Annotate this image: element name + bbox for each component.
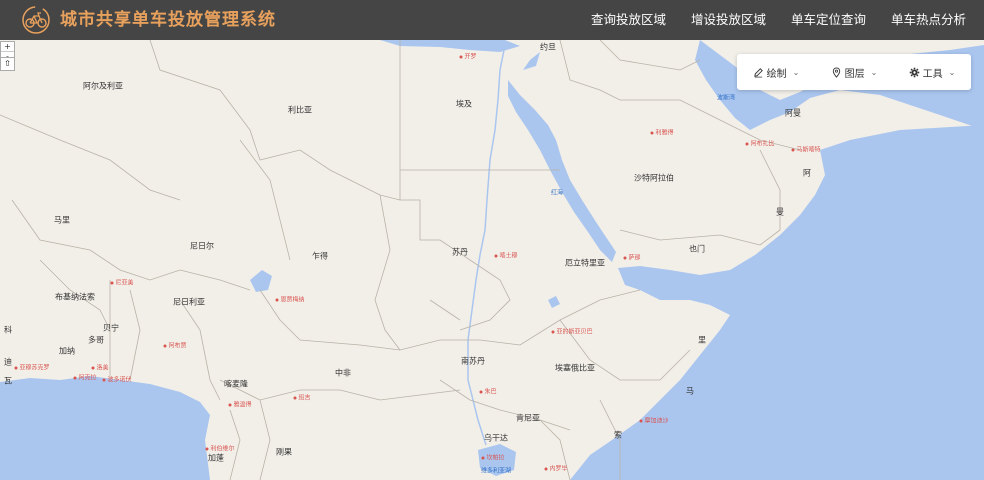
country-label: 约旦 — [540, 42, 556, 52]
main-nav: 查询投放区域 增设投放区域 单车定位查询 单车热点分析 — [566, 0, 966, 40]
country-label: 阿曼 — [785, 108, 801, 118]
city-label: 雅温得 — [228, 400, 251, 409]
city-label: 利雅得 — [650, 128, 673, 137]
city-label: 喀土穆 — [494, 251, 517, 260]
zoom-reset-button[interactable]: ⇧ — [0, 57, 15, 71]
map-canvas[interactable]: 阿尔及利亚 利比亚 埃及 约旦 沙特阿拉伯 阿曼 阿 曼 马里 尼日尔 乍得 苏… — [0, 40, 984, 480]
city-label: 尼亚美 — [110, 278, 133, 287]
gear-icon — [909, 67, 919, 77]
tools-label: 工具 — [922, 68, 943, 80]
country-label: 阿 — [803, 168, 811, 178]
app-title: 城市共享单车投放管理系统 — [60, 10, 276, 30]
city-label: 马斯喀特 — [791, 145, 820, 154]
draw-dropdown[interactable]: 绘制 ⌄ — [753, 65, 800, 80]
nav-hotspot-analysis[interactable]: 单车热点分析 — [891, 0, 966, 40]
country-label: 肯尼亚 — [516, 413, 540, 423]
zoom-in-button[interactable]: + — [1, 42, 14, 52]
country-label: 马里 — [54, 215, 70, 225]
city-label: 亚穆苏克罗 — [14, 363, 49, 372]
city-label: 阿克拉 — [73, 373, 96, 382]
country-label: 苏丹 — [452, 247, 468, 257]
country-label: 贝宁 — [103, 323, 119, 333]
draw-label: 绘制 — [766, 68, 787, 80]
country-label: 南苏丹 — [461, 356, 485, 366]
city-label: 班吉 — [293, 393, 310, 402]
country-label: 乍得 — [312, 251, 328, 261]
app-header: 城市共享单车投放管理系统 查询投放区域 增设投放区域 单车定位查询 单车热点分析 — [0, 0, 984, 40]
tools-dropdown[interactable]: 工具 ⌄ — [909, 65, 956, 80]
city-label: 坎帕拉 — [481, 453, 504, 462]
city-label: 朱巴 — [479, 387, 496, 396]
city-label: 恩贾梅纳 — [275, 295, 304, 304]
nav-add-area[interactable]: 增设投放区域 — [691, 0, 766, 40]
country-label: 瓦 — [4, 376, 12, 386]
city-label: 阿布扎比 — [745, 139, 774, 148]
country-label: 布基纳法索 — [55, 292, 95, 302]
map-basemap — [0, 40, 984, 480]
city-label: 洛美 — [91, 363, 108, 372]
chevron-down-icon: ⌄ — [948, 67, 956, 77]
city-label: 摩加迪沙 — [639, 416, 668, 425]
country-label: 也门 — [689, 244, 705, 254]
country-label: 加纳 — [59, 346, 75, 356]
map-pin-icon — [832, 67, 840, 78]
city-label: 利伯维尔 — [205, 444, 234, 453]
country-label: 尼日尔 — [190, 241, 214, 251]
city-label: 开罗 — [459, 52, 476, 61]
city-label: 萨那 — [623, 253, 640, 262]
bicycle-logo-icon — [22, 6, 50, 34]
country-label: 马 — [686, 386, 694, 396]
water-label: 波斯湾 — [716, 94, 736, 102]
country-label: 中非 — [335, 368, 351, 378]
country-label: 尼日利亚 — [173, 297, 205, 307]
country-label: 加蓬 — [208, 453, 224, 463]
country-label: 厄立特里亚 — [565, 258, 605, 268]
country-label: 沙特阿拉伯 — [634, 173, 674, 183]
layers-dropdown[interactable]: 图层 ⌄ — [831, 65, 878, 80]
layers-label: 图层 — [844, 68, 865, 80]
city-label: 内罗毕 — [544, 464, 567, 473]
country-label: 刚果 — [276, 447, 292, 457]
country-label: 埃塞俄比亚 — [555, 363, 595, 373]
city-label: 亚的斯亚贝巴 — [551, 327, 592, 336]
country-label: 乌干达 — [484, 433, 508, 443]
country-label: 埃及 — [456, 99, 472, 109]
country-label: 索 — [614, 430, 622, 440]
chevron-down-icon: ⌄ — [870, 67, 878, 77]
nav-bike-locate[interactable]: 单车定位查询 — [791, 0, 866, 40]
country-label: 阿尔及利亚 — [83, 81, 123, 91]
country-label: 迪 — [4, 357, 12, 367]
pencil-icon — [753, 67, 763, 77]
country-label: 利比亚 — [288, 105, 312, 115]
country-label: 喀麦隆 — [224, 379, 248, 389]
country-label: 多哥 — [88, 335, 104, 345]
country-label: 曼 — [776, 207, 784, 217]
country-label: 科 — [4, 325, 12, 335]
city-label: 波多诺伏 — [102, 375, 131, 384]
city-label: 阿布贾 — [163, 341, 186, 350]
water-label: 维多利亚湖 — [480, 467, 512, 475]
water-label: 红海 — [550, 189, 564, 197]
chevron-down-icon: ⌄ — [792, 67, 800, 77]
nav-query-area[interactable]: 查询投放区域 — [591, 0, 666, 40]
country-label: 里 — [698, 335, 706, 345]
map-toolbar: 绘制 ⌄ 图层 ⌄ 工具 ⌄ — [737, 54, 971, 90]
